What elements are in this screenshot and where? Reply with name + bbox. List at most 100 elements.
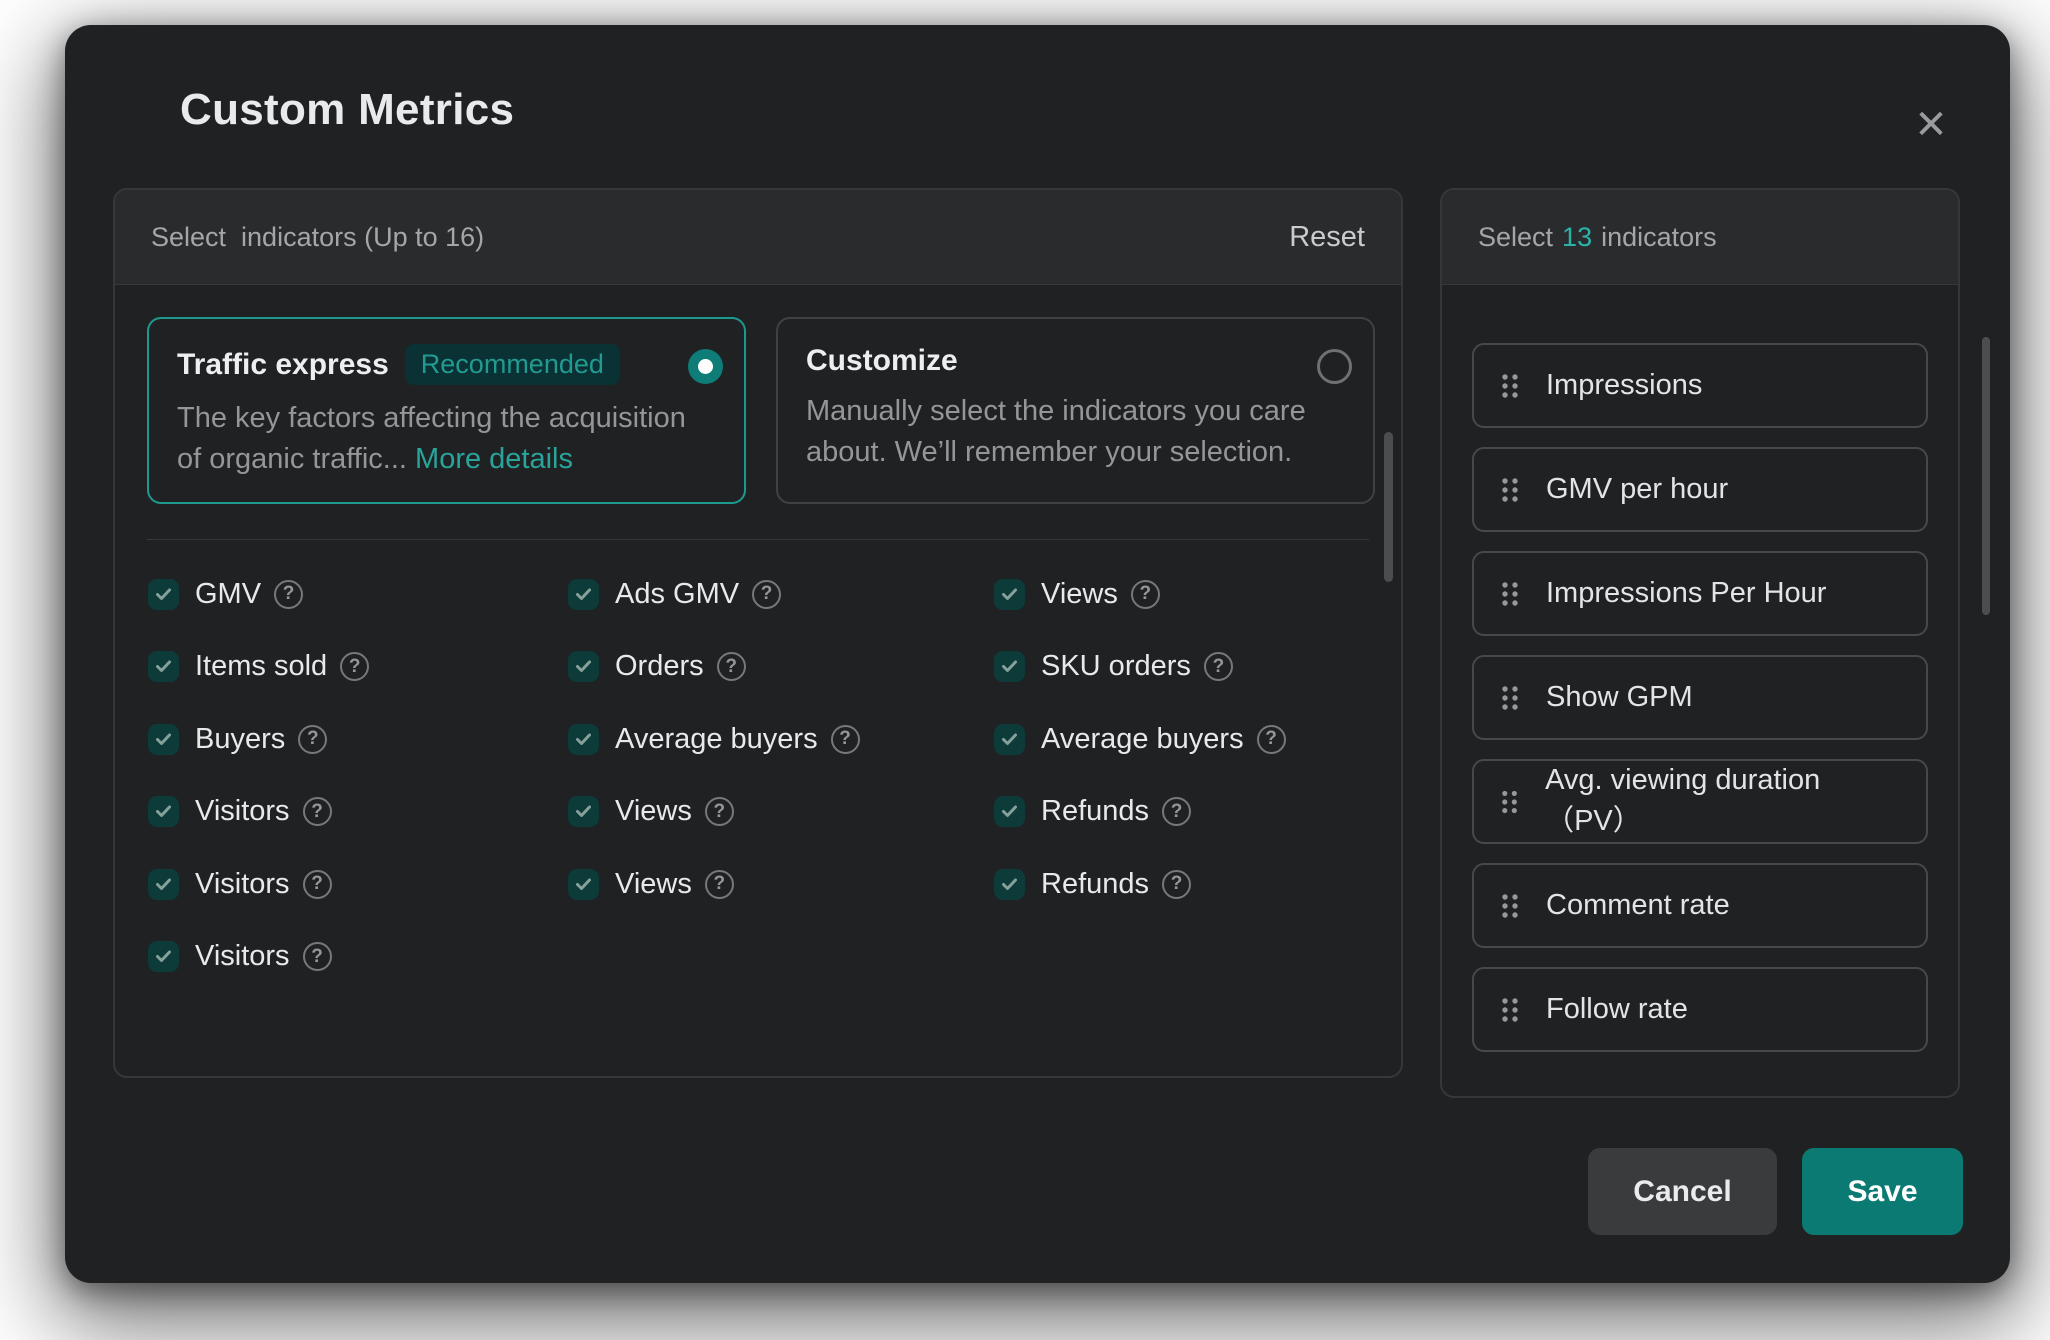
help-icon[interactable]: ? (705, 797, 734, 826)
indicator-item-avg-viewing-duration[interactable]: Avg. viewing duration（PV） (1472, 759, 1928, 844)
metric-row-items-sold[interactable]: Items sold ? (148, 631, 568, 704)
help-icon[interactable]: ? (1162, 870, 1191, 899)
help-icon[interactable]: ? (298, 725, 327, 754)
help-icon[interactable]: ? (831, 725, 860, 754)
metric-row-refunds[interactable]: Refunds ? (994, 848, 1355, 921)
metric-label: Average buyers (615, 723, 818, 756)
metric-row-visitors[interactable]: Visitors ? (148, 848, 568, 921)
dialog-title: Custom Metrics (180, 85, 514, 135)
checkbox-checked[interactable] (994, 869, 1025, 900)
option-card-customize[interactable]: Customize Manually select the indicators… (776, 317, 1375, 504)
modal-scrollbar-thumb[interactable] (1982, 337, 1990, 615)
drag-handle-icon[interactable] (1500, 892, 1520, 920)
help-icon[interactable]: ? (303, 942, 332, 971)
left-panel-body: Traffic express Recommended The key fact… (115, 286, 1401, 1076)
metric-row-sku-orders[interactable]: SKU orders ? (994, 631, 1355, 704)
drag-handle-icon[interactable] (1500, 476, 1520, 504)
option-card-traffic-express[interactable]: Traffic express Recommended The key fact… (147, 317, 746, 504)
checkbox-checked[interactable] (568, 579, 599, 610)
checkbox-checked[interactable] (994, 724, 1025, 755)
checkbox-checked[interactable] (994, 651, 1025, 682)
metric-label: Orders (615, 650, 704, 683)
left-panel-scrollbar-thumb[interactable] (1384, 432, 1393, 582)
metric-row-gmv[interactable]: GMV ? (148, 558, 568, 631)
checkbox-checked[interactable] (568, 724, 599, 755)
check-icon (1000, 803, 1019, 820)
metric-label: SKU orders (1041, 650, 1191, 683)
drag-handle-icon[interactable] (1500, 788, 1519, 816)
drag-handle-icon[interactable] (1500, 372, 1520, 400)
help-icon[interactable]: ? (340, 652, 369, 681)
help-icon[interactable]: ? (274, 580, 303, 609)
more-details-link[interactable]: More details (415, 443, 573, 475)
radio-traffic-express-selected[interactable] (688, 349, 723, 384)
check-icon (574, 658, 593, 675)
help-icon[interactable]: ? (1257, 725, 1286, 754)
indicator-item-impressions-per-hour[interactable]: Impressions Per Hour (1472, 551, 1928, 636)
section-divider (147, 539, 1369, 540)
indicator-item-follow-rate[interactable]: Follow rate (1472, 967, 1928, 1052)
save-button[interactable]: Save (1802, 1148, 1963, 1235)
metric-row-average-buyers[interactable]: Average buyers ? (568, 703, 994, 776)
left-panel-header: Select indicators (Up to 16) Reset (115, 190, 1401, 285)
drag-handle-icon[interactable] (1500, 684, 1520, 712)
metric-label: Views (1041, 578, 1118, 611)
right-panel-title: Select 13 indicators (1478, 222, 1717, 253)
recommended-badge: Recommended (405, 344, 620, 385)
metric-row-views[interactable]: Views ? (568, 776, 994, 849)
check-icon (1000, 586, 1019, 603)
metric-label: Visitors (195, 940, 290, 973)
indicator-label: Avg. viewing duration（PV） (1545, 764, 1900, 839)
metric-row-views[interactable]: Views ? (568, 848, 994, 921)
indicator-item-comment-rate[interactable]: Comment rate (1472, 863, 1928, 948)
metric-row-refunds[interactable]: Refunds ? (994, 776, 1355, 849)
checkbox-checked[interactable] (148, 796, 179, 827)
drag-handle-icon[interactable] (1500, 580, 1520, 608)
check-icon (574, 586, 593, 603)
metric-label: Visitors (195, 868, 290, 901)
metric-row-visitors[interactable]: Visitors ? (148, 921, 568, 994)
indicator-label: GMV per hour (1546, 473, 1728, 506)
metric-row-average-buyers[interactable]: Average buyers ? (994, 703, 1355, 776)
metric-row-visitors[interactable]: Visitors ? (148, 776, 568, 849)
metric-row-ads-gmv[interactable]: Ads GMV ? (568, 558, 994, 631)
indicator-item-gmv-per-hour[interactable]: GMV per hour (1472, 447, 1928, 532)
custom-metrics-dialog: Custom Metrics ✕ Select indicators (Up t… (65, 25, 2010, 1283)
help-icon[interactable]: ? (1131, 580, 1160, 609)
checkbox-checked[interactable] (568, 869, 599, 900)
cancel-button[interactable]: Cancel (1588, 1148, 1777, 1235)
help-icon[interactable]: ? (752, 580, 781, 609)
metric-row-views[interactable]: Views ? (994, 558, 1355, 631)
indicator-item-show-gpm[interactable]: Show GPM (1472, 655, 1928, 740)
checkbox-checked[interactable] (148, 651, 179, 682)
checkbox-checked[interactable] (148, 579, 179, 610)
checkbox-checked[interactable] (148, 724, 179, 755)
help-icon[interactable]: ? (1162, 797, 1191, 826)
checkbox-checked[interactable] (994, 579, 1025, 610)
radio-customize-unselected[interactable] (1317, 349, 1352, 384)
help-icon[interactable]: ? (705, 870, 734, 899)
metric-label: Buyers (195, 723, 285, 756)
help-icon[interactable]: ? (1204, 652, 1233, 681)
indicator-item-impressions[interactable]: Impressions (1472, 343, 1928, 428)
drag-handle-icon[interactable] (1500, 996, 1520, 1024)
checkbox-checked[interactable] (568, 796, 599, 827)
left-panel-title: Select indicators (Up to 16) (151, 222, 484, 253)
metric-row-buyers[interactable]: Buyers ? (148, 703, 568, 776)
help-icon[interactable]: ? (303, 870, 332, 899)
customize-title: Customize (806, 344, 958, 378)
checkbox-checked[interactable] (994, 796, 1025, 827)
metric-label: GMV (195, 578, 261, 611)
reset-button[interactable]: Reset (1289, 221, 1365, 254)
help-icon[interactable]: ? (717, 652, 746, 681)
metric-label: Items sold (195, 650, 327, 683)
checkbox-checked[interactable] (148, 941, 179, 972)
checkbox-checked[interactable] (148, 869, 179, 900)
checkbox-checked[interactable] (568, 651, 599, 682)
help-icon[interactable]: ? (303, 797, 332, 826)
metric-row-orders[interactable]: Orders ? (568, 631, 994, 704)
close-button[interactable]: ✕ (1903, 97, 1959, 153)
metric-label: Visitors (195, 795, 290, 828)
check-icon (154, 658, 173, 675)
metric-label: Refunds (1041, 868, 1149, 901)
